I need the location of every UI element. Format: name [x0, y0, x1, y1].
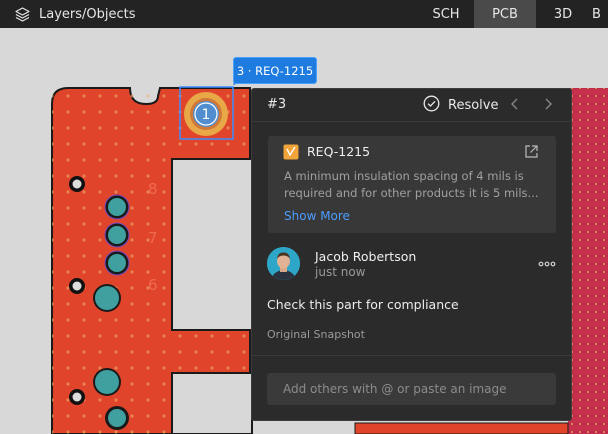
silk-digit-7: 7	[148, 229, 158, 247]
pin-marker-number: 1	[202, 107, 211, 123]
layers-objects-button[interactable]: Layers/Objects	[14, 0, 136, 28]
chevron-right-icon[interactable]	[542, 96, 554, 116]
tab-pcb[interactable]: PCB	[474, 0, 536, 28]
comment-panel-header: #3 Resolve	[252, 89, 571, 121]
resolve-button[interactable]: Resolve	[423, 95, 498, 116]
resolve-label: Resolve	[448, 98, 499, 113]
requirement-id: REQ-1215	[307, 144, 371, 159]
original-snapshot-link[interactable]: Original Snapshot	[267, 328, 365, 341]
board-cutout-lower	[171, 372, 253, 434]
view-tabs: SCH PCB 3D B	[418, 0, 608, 28]
more-horizontal-icon[interactable]	[538, 253, 556, 272]
comment-panel: #3 Resolve REQ-1215 A minimum insulation…	[251, 88, 572, 421]
external-link-icon[interactable]	[524, 144, 539, 163]
board-cutout-upper	[171, 158, 253, 331]
requirement-card[interactable]: REQ-1215 A minimum insulation spacing of…	[268, 136, 556, 233]
comment-time: just now	[315, 265, 366, 279]
check-circle-icon	[423, 95, 440, 116]
layers-icon	[14, 6, 31, 23]
tab-b[interactable]: B	[590, 0, 608, 28]
requirement-icon	[283, 144, 299, 160]
thread-number: #3	[267, 97, 287, 112]
reply-divider	[252, 355, 571, 356]
tab-3d[interactable]: 3D	[536, 0, 590, 28]
header-divider	[252, 121, 571, 122]
silk-digit-8: 8	[148, 180, 158, 198]
reply-input[interactable]	[267, 373, 556, 405]
chevron-left-icon[interactable]	[509, 96, 521, 116]
layers-objects-label: Layers/Objects	[39, 6, 136, 22]
requirement-description: A minimum insulation spacing of 4 mils i…	[284, 169, 539, 200]
requirement-marker-tag[interactable]: 3 · REQ-1215	[233, 57, 317, 84]
tab-sch[interactable]: SCH	[418, 0, 474, 28]
show-more-link[interactable]: Show More	[284, 209, 350, 223]
comment-message: Check this part for compliance	[267, 297, 459, 312]
avatar[interactable]	[267, 247, 300, 280]
silk-digit-6: 6	[148, 276, 158, 294]
comment-author: Jacob Robertson	[315, 249, 417, 264]
top-bar: Layers/Objects SCH PCB 3D B	[0, 0, 608, 28]
